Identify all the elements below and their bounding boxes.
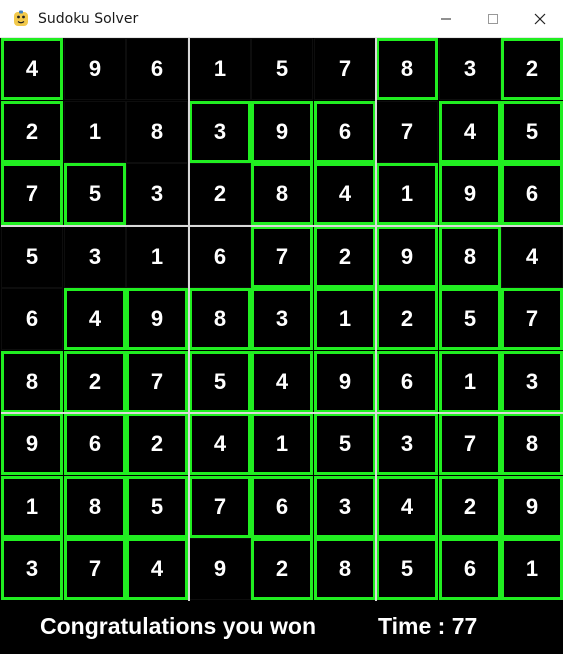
sudoku-cell[interactable]: 9 <box>126 288 188 350</box>
minimize-icon <box>440 18 451 20</box>
sudoku-cell[interactable]: 4 <box>126 538 188 600</box>
sudoku-cell[interactable]: 1 <box>501 538 563 600</box>
sudoku-cell[interactable]: 8 <box>1 351 63 413</box>
sudoku-cell[interactable]: 6 <box>501 163 563 225</box>
sudoku-cell[interactable]: 2 <box>64 351 126 413</box>
minimize-button[interactable] <box>422 0 469 38</box>
sudoku-cell[interactable]: 7 <box>64 538 126 600</box>
sudoku-cell[interactable]: 8 <box>501 413 563 475</box>
sudoku-cell[interactable]: 3 <box>376 413 438 475</box>
sudoku-cell[interactable]: 5 <box>501 101 563 163</box>
sudoku-cell[interactable]: 8 <box>64 476 126 538</box>
sudoku-cell[interactable]: 2 <box>439 476 501 538</box>
sudoku-cell[interactable]: 7 <box>376 101 438 163</box>
sudoku-cell[interactable]: 7 <box>126 351 188 413</box>
sudoku-cell[interactable]: 8 <box>189 288 251 350</box>
sudoku-cell[interactable]: 9 <box>314 351 376 413</box>
sudoku-cell[interactable]: 9 <box>64 38 126 100</box>
sudoku-board: 4961578322183967457532841965316729846498… <box>1 38 563 605</box>
window-controls <box>422 0 563 38</box>
sudoku-cell[interactable]: 6 <box>439 538 501 600</box>
sudoku-cell[interactable]: 1 <box>314 288 376 350</box>
sudoku-cell[interactable]: 6 <box>376 351 438 413</box>
sudoku-cell[interactable]: 1 <box>251 413 313 475</box>
maximize-button[interactable] <box>469 0 516 38</box>
sudoku-cell[interactable]: 4 <box>64 288 126 350</box>
time-display: Time : 77 <box>378 613 478 639</box>
sudoku-cell[interactable]: 7 <box>501 288 563 350</box>
sudoku-cell[interactable]: 3 <box>64 226 126 288</box>
sudoku-cell[interactable]: 1 <box>1 476 63 538</box>
box-separator-vertical <box>188 38 190 601</box>
sudoku-cell[interactable]: 3 <box>189 101 251 163</box>
box-separator-horizontal <box>1 225 563 227</box>
sudoku-cell[interactable]: 1 <box>376 163 438 225</box>
sudoku-cell[interactable]: 2 <box>189 163 251 225</box>
sudoku-cell[interactable]: 4 <box>376 476 438 538</box>
box-separator-horizontal <box>1 412 563 414</box>
sudoku-cell[interactable]: 9 <box>189 538 251 600</box>
sudoku-cell[interactable]: 4 <box>1 38 63 100</box>
sudoku-cell[interactable]: 1 <box>126 226 188 288</box>
python-snake-icon <box>12 10 30 28</box>
sudoku-cell[interactable]: 7 <box>1 163 63 225</box>
sudoku-cell[interactable]: 6 <box>251 476 313 538</box>
sudoku-cell[interactable]: 8 <box>251 163 313 225</box>
sudoku-cell[interactable]: 3 <box>314 476 376 538</box>
sudoku-cell[interactable]: 5 <box>251 38 313 100</box>
sudoku-cell[interactable]: 3 <box>439 38 501 100</box>
sudoku-cell[interactable]: 2 <box>314 226 376 288</box>
sudoku-cell[interactable]: 9 <box>376 226 438 288</box>
status-bar: Congratulations you won Time : 77 <box>0 605 563 654</box>
sudoku-cell[interactable]: 9 <box>1 413 63 475</box>
sudoku-cell[interactable]: 1 <box>439 351 501 413</box>
sudoku-cell[interactable]: 6 <box>189 226 251 288</box>
sudoku-cell[interactable]: 1 <box>189 38 251 100</box>
sudoku-cell[interactable]: 8 <box>314 538 376 600</box>
sudoku-cell[interactable]: 7 <box>314 38 376 100</box>
sudoku-cell[interactable]: 5 <box>376 538 438 600</box>
sudoku-cell[interactable]: 2 <box>251 538 313 600</box>
sudoku-cell[interactable]: 5 <box>439 288 501 350</box>
sudoku-cell[interactable]: 2 <box>126 413 188 475</box>
sudoku-cell[interactable]: 3 <box>251 288 313 350</box>
sudoku-cell[interactable]: 4 <box>439 101 501 163</box>
sudoku-cell[interactable]: 9 <box>501 476 563 538</box>
sudoku-cell[interactable]: 6 <box>126 38 188 100</box>
sudoku-cell[interactable]: 3 <box>1 538 63 600</box>
sudoku-cell[interactable]: 4 <box>501 226 563 288</box>
sudoku-cell[interactable]: 7 <box>251 226 313 288</box>
sudoku-cell[interactable]: 6 <box>1 288 63 350</box>
sudoku-cell[interactable]: 9 <box>251 101 313 163</box>
sudoku-cell[interactable]: 5 <box>126 476 188 538</box>
sudoku-cell[interactable]: 8 <box>126 101 188 163</box>
sudoku-cell[interactable]: 7 <box>189 476 251 538</box>
sudoku-cell[interactable]: 5 <box>64 163 126 225</box>
sudoku-cell[interactable]: 4 <box>251 351 313 413</box>
sudoku-cell[interactable]: 8 <box>376 38 438 100</box>
sudoku-cell[interactable]: 4 <box>314 163 376 225</box>
sudoku-cell[interactable]: 6 <box>64 413 126 475</box>
sudoku-cell[interactable]: 1 <box>64 101 126 163</box>
close-button[interactable] <box>516 0 563 38</box>
close-icon <box>534 13 545 25</box>
sudoku-cell[interactable]: 7 <box>439 413 501 475</box>
sudoku-cell[interactable]: 5 <box>1 226 63 288</box>
sudoku-cell[interactable]: 2 <box>1 101 63 163</box>
sudoku-cell[interactable]: 3 <box>126 163 188 225</box>
maximize-icon <box>487 14 498 24</box>
sudoku-cell[interactable]: 2 <box>501 38 563 100</box>
win-message: Congratulations you won <box>40 613 316 639</box>
sudoku-cell[interactable]: 2 <box>376 288 438 350</box>
sudoku-cell[interactable]: 8 <box>439 226 501 288</box>
sudoku-cell[interactable]: 3 <box>501 351 563 413</box>
box-separator-vertical <box>375 38 377 601</box>
sudoku-cell[interactable]: 5 <box>314 413 376 475</box>
window-title: Sudoku Solver <box>38 10 139 27</box>
sudoku-cell[interactable]: 4 <box>189 413 251 475</box>
sudoku-cell[interactable]: 5 <box>189 351 251 413</box>
sudoku-cell[interactable]: 9 <box>439 163 501 225</box>
sudoku-cell[interactable]: 6 <box>314 101 376 163</box>
title-bar: Sudoku Solver <box>0 0 563 38</box>
